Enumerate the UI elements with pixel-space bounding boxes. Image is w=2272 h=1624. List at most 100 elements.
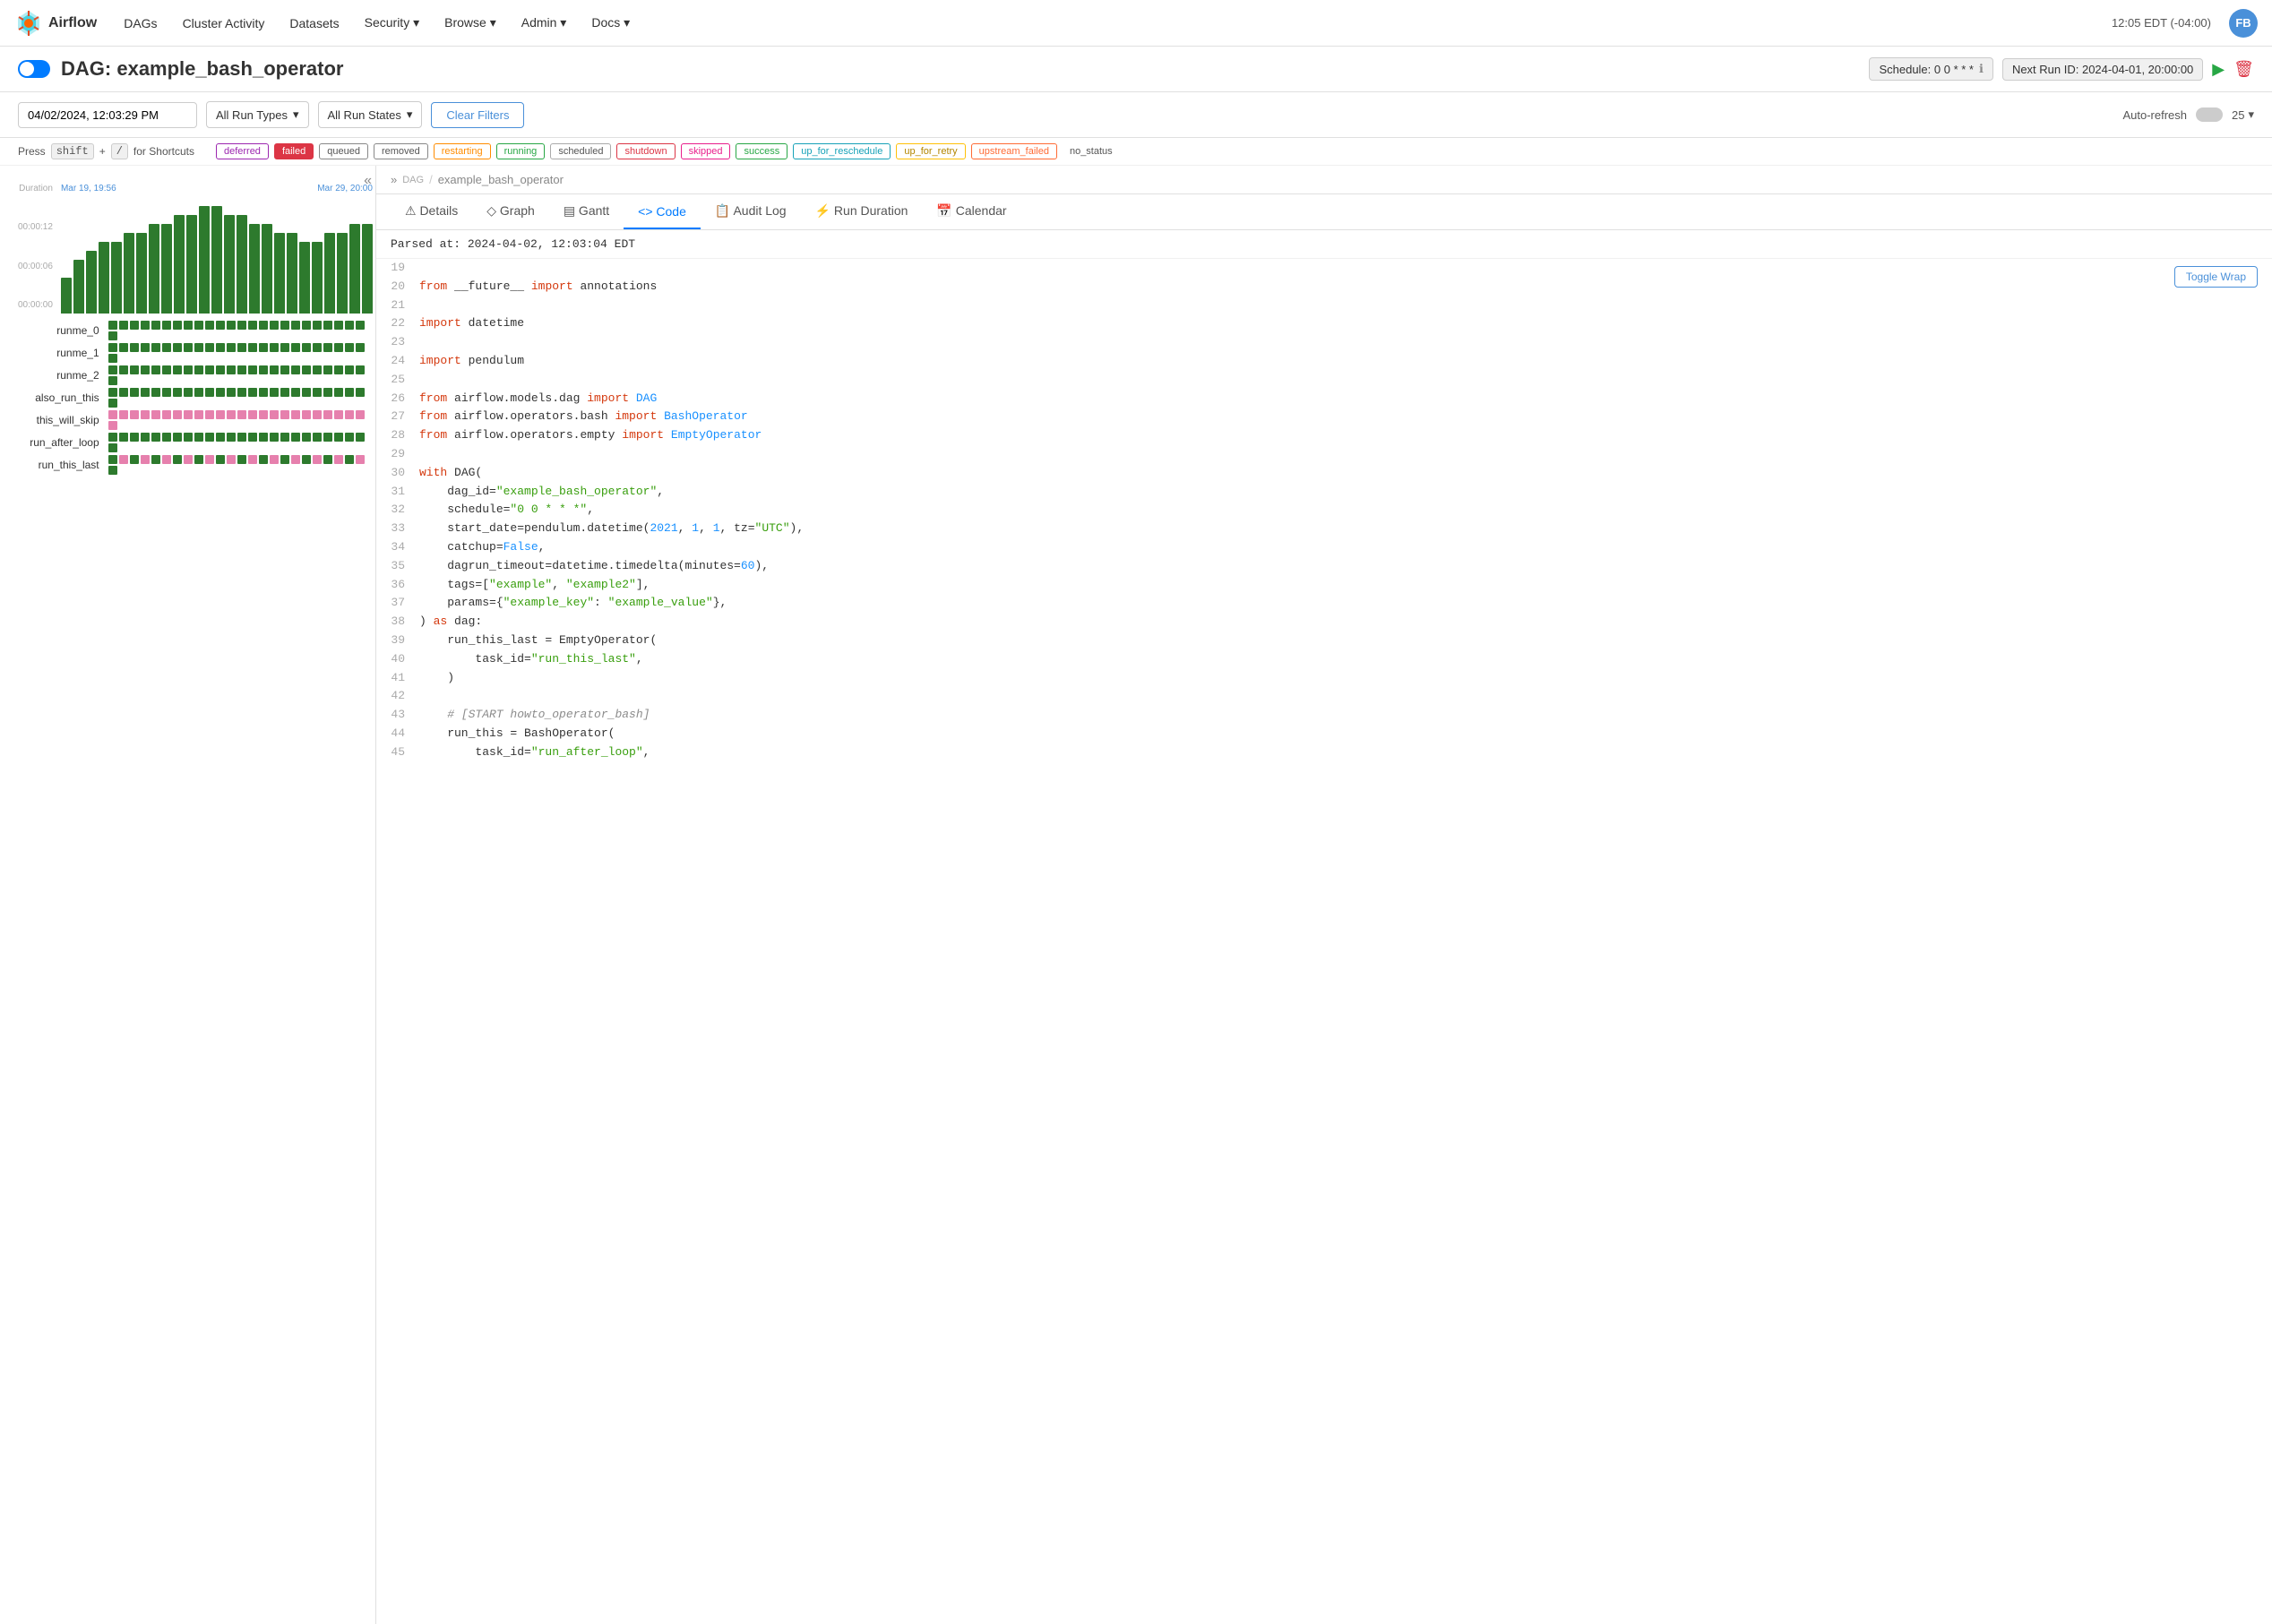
task-dot[interactable] <box>205 388 214 397</box>
chip-restarting[interactable]: restarting <box>434 143 491 159</box>
date-input[interactable] <box>18 102 197 128</box>
task-dot[interactable] <box>323 433 332 442</box>
task-dot[interactable] <box>216 410 225 419</box>
task-dot[interactable] <box>205 410 214 419</box>
task-dot[interactable] <box>194 455 203 464</box>
task-dot[interactable] <box>184 321 193 330</box>
task-dot[interactable] <box>130 388 139 397</box>
task-dot[interactable] <box>227 365 236 374</box>
task-dot[interactable] <box>248 388 257 397</box>
task-dot[interactable] <box>334 365 343 374</box>
play-button[interactable]: ▶ <box>2212 60 2225 79</box>
task-dot[interactable] <box>151 388 160 397</box>
task-dot[interactable] <box>194 365 203 374</box>
task-dot[interactable] <box>270 455 279 464</box>
task-dot[interactable] <box>119 321 128 330</box>
task-dot[interactable] <box>151 365 160 374</box>
task-dot[interactable] <box>162 388 171 397</box>
task-dot[interactable] <box>216 365 225 374</box>
task-dot[interactable] <box>259 321 268 330</box>
task-dot[interactable] <box>356 343 365 352</box>
chart-bar[interactable] <box>237 215 247 314</box>
task-dot[interactable] <box>130 410 139 419</box>
task-dot[interactable] <box>270 433 279 442</box>
task-dot[interactable] <box>108 388 117 397</box>
task-dot[interactable] <box>151 455 160 464</box>
nav-datasets[interactable]: Datasets <box>280 11 348 36</box>
chip-failed[interactable]: failed <box>274 143 314 159</box>
task-dot[interactable] <box>194 343 203 352</box>
task-dot[interactable] <box>162 455 171 464</box>
task-dot[interactable] <box>108 443 117 452</box>
chip-skipped[interactable]: skipped <box>681 143 731 159</box>
task-dot[interactable] <box>184 410 193 419</box>
task-dot[interactable] <box>162 343 171 352</box>
bar-chart[interactable] <box>56 197 376 314</box>
chip-no-status[interactable]: no_status <box>1063 144 1120 159</box>
task-dot[interactable] <box>345 343 354 352</box>
info-icon[interactable]: ℹ <box>1979 62 1984 76</box>
task-dot[interactable] <box>227 433 236 442</box>
task-dot[interactable] <box>108 399 117 408</box>
task-dot[interactable] <box>345 388 354 397</box>
task-dot[interactable] <box>216 455 225 464</box>
chart-bar[interactable] <box>324 233 335 314</box>
chart-bar[interactable] <box>86 251 97 314</box>
task-dot[interactable] <box>302 343 311 352</box>
chevron-down-icon[interactable]: ▾ <box>2248 107 2254 122</box>
chip-deferred[interactable]: deferred <box>216 143 269 159</box>
chart-bar[interactable] <box>312 242 323 314</box>
task-dot[interactable] <box>119 343 128 352</box>
task-dot[interactable] <box>270 321 279 330</box>
task-dot[interactable] <box>248 433 257 442</box>
task-dot[interactable] <box>108 354 117 363</box>
task-dot[interactable] <box>334 343 343 352</box>
task-dot[interactable] <box>205 365 214 374</box>
task-dot[interactable] <box>313 410 322 419</box>
task-dot[interactable] <box>334 433 343 442</box>
dag-toggle[interactable] <box>18 60 50 78</box>
task-dot[interactable] <box>334 321 343 330</box>
task-dot[interactable] <box>237 410 246 419</box>
task-dot[interactable] <box>248 343 257 352</box>
task-dot[interactable] <box>151 410 160 419</box>
task-dot[interactable] <box>227 343 236 352</box>
nav-dags[interactable]: DAGs <box>115 11 166 36</box>
task-dot[interactable] <box>345 365 354 374</box>
task-dot[interactable] <box>323 365 332 374</box>
task-dot[interactable] <box>291 343 300 352</box>
task-dot[interactable] <box>141 455 150 464</box>
task-dot[interactable] <box>130 455 139 464</box>
task-dot[interactable] <box>227 321 236 330</box>
task-dot[interactable] <box>205 433 214 442</box>
task-dot[interactable] <box>313 433 322 442</box>
task-dot[interactable] <box>130 343 139 352</box>
task-dot[interactable] <box>151 433 160 442</box>
task-dot[interactable] <box>313 388 322 397</box>
task-dot[interactable] <box>259 388 268 397</box>
task-dot[interactable] <box>237 433 246 442</box>
nav-avatar[interactable]: FB <box>2229 9 2258 38</box>
task-dot[interactable] <box>162 433 171 442</box>
task-dot[interactable] <box>248 321 257 330</box>
task-dot[interactable] <box>270 343 279 352</box>
chart-bar[interactable] <box>99 242 109 314</box>
task-dot[interactable] <box>141 365 150 374</box>
task-dot[interactable] <box>334 410 343 419</box>
nav-cluster-activity[interactable]: Cluster Activity <box>174 11 274 36</box>
task-dot[interactable] <box>280 321 289 330</box>
task-dot[interactable] <box>173 321 182 330</box>
task-dot[interactable] <box>237 365 246 374</box>
task-dot[interactable] <box>356 455 365 464</box>
task-dot[interactable] <box>356 365 365 374</box>
task-dot[interactable] <box>323 455 332 464</box>
task-dot[interactable] <box>291 388 300 397</box>
chart-bar[interactable] <box>73 260 84 314</box>
task-dot[interactable] <box>270 410 279 419</box>
task-dot[interactable] <box>141 388 150 397</box>
task-dot[interactable] <box>280 388 289 397</box>
tab-graph[interactable]: ◇ Graph <box>472 194 549 229</box>
task-dot[interactable] <box>280 365 289 374</box>
tab-run-duration[interactable]: ⚡ Run Duration <box>801 194 923 229</box>
chip-up-for-retry[interactable]: up_for_retry <box>896 143 965 159</box>
